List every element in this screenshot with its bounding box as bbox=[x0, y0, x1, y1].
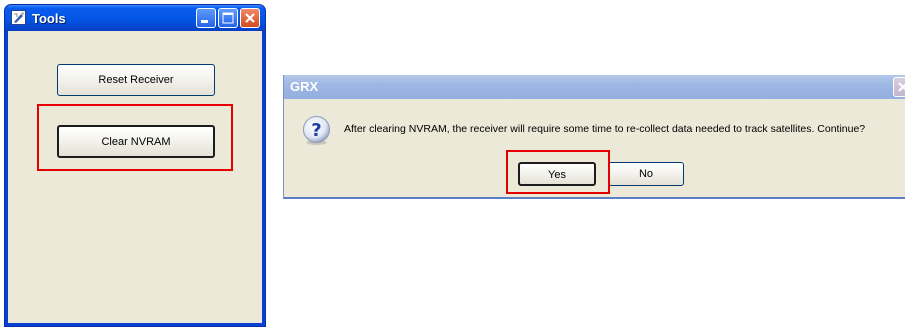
maximize-icon bbox=[222, 12, 234, 24]
minimize-icon bbox=[201, 20, 208, 23]
grx-title: GRX bbox=[290, 79, 319, 94]
reset-receiver-button[interactable]: Reset Receiver bbox=[57, 64, 215, 96]
tools-app-icon bbox=[11, 10, 26, 25]
maximize-button[interactable] bbox=[218, 8, 238, 28]
tools-title: Tools bbox=[32, 11, 66, 26]
tools-client-area: Reset Receiver Clear NVRAM bbox=[8, 31, 262, 323]
grx-dialog: GRX ? After clearing NVRAM, the receiver… bbox=[283, 75, 905, 199]
close-icon bbox=[245, 13, 255, 23]
dialog-message: After clearing NVRAM, the receiver will … bbox=[344, 123, 866, 135]
no-button[interactable]: No bbox=[608, 162, 684, 186]
clear-nvram-button[interactable]: Clear NVRAM bbox=[57, 125, 215, 158]
tools-titlebar[interactable]: Tools bbox=[5, 5, 265, 31]
svg-text:?: ? bbox=[311, 120, 321, 141]
close-button[interactable] bbox=[240, 8, 260, 28]
tools-window: Tools Reset Receiver Clear NVRAM bbox=[4, 4, 266, 327]
minimize-button[interactable] bbox=[196, 8, 216, 28]
yes-button[interactable]: Yes bbox=[518, 162, 596, 186]
grx-titlebar[interactable]: GRX bbox=[284, 75, 905, 99]
question-icon: ? bbox=[303, 116, 330, 145]
grx-close-button[interactable] bbox=[893, 77, 905, 97]
close-icon bbox=[898, 82, 905, 92]
